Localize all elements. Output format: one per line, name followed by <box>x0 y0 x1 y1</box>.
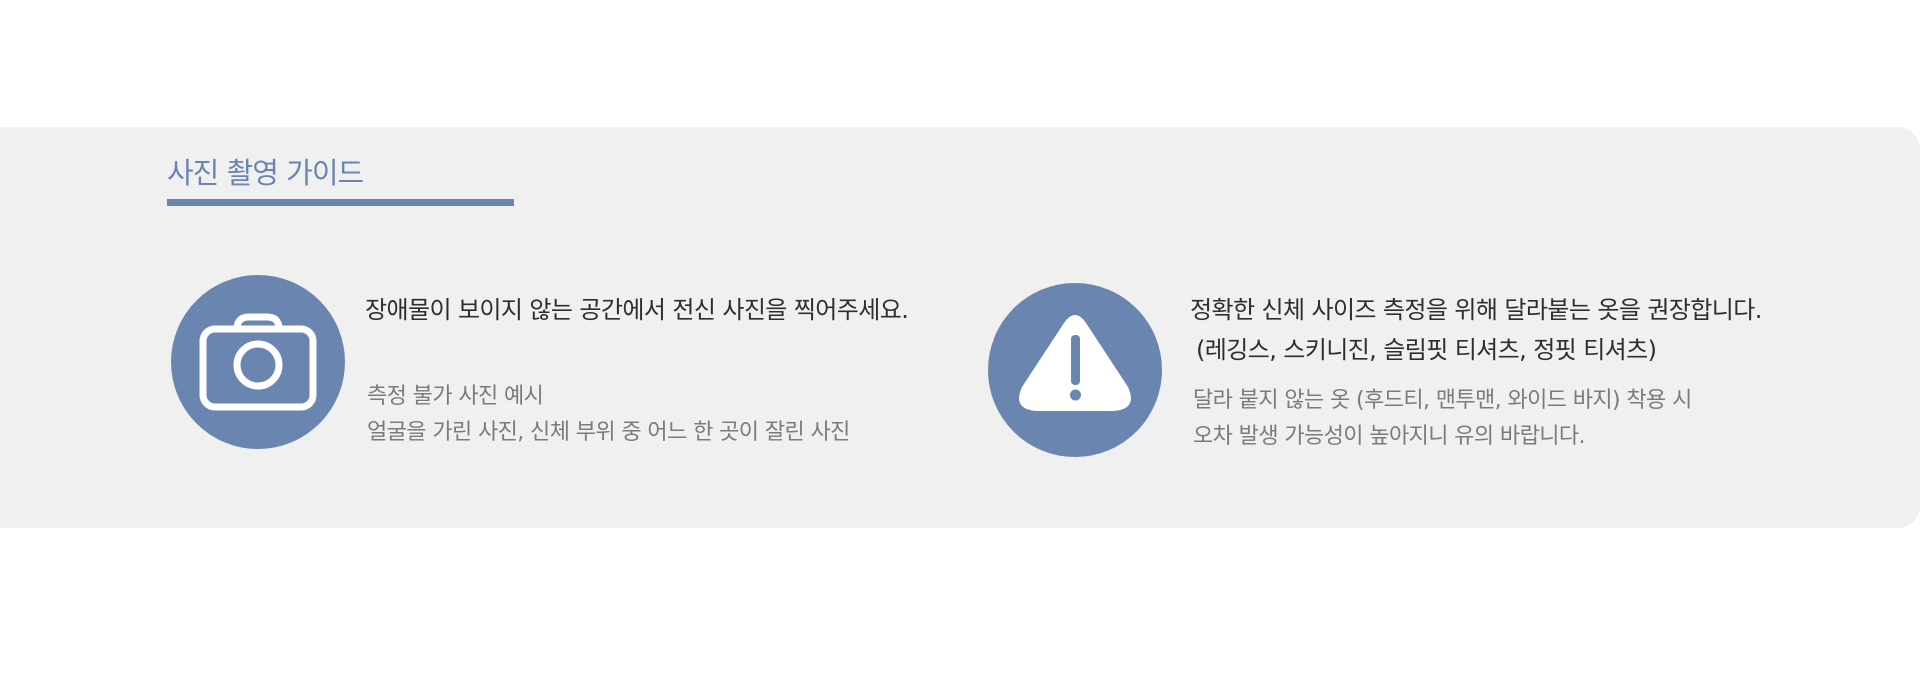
camera-icon <box>171 275 345 449</box>
section-title: 사진 촬영 가이드 <box>167 156 364 190</box>
warning-icon <box>988 283 1162 457</box>
clothing-guide-detail-2: 오차 발생 가능성이 높아지니 유의 바랍니다. <box>1193 424 1585 449</box>
camera-guide-detail-2: 얼굴을 가린 사진, 신체 부위 중 어느 한 곳이 잘린 사진 <box>367 420 850 445</box>
camera-guide-detail-1: 측정 불가 사진 예시 <box>367 384 544 409</box>
clothing-guide-examples: (레깅스, 스키니진, 슬림핏 티셔츠, 정핏 티셔츠) <box>1196 336 1657 364</box>
camera-guide-headline: 장애물이 보이지 않는 공간에서 전신 사진을 찍어주세요. <box>365 296 909 324</box>
clothing-guide-detail-1: 달라 붙지 않는 옷 (후드티, 맨투맨, 와이드 바지) 착용 시 <box>1193 388 1692 413</box>
title-underline <box>167 199 514 206</box>
clothing-guide-headline: 정확한 신체 사이즈 측정을 위해 달라붙는 옷을 권장합니다. <box>1190 296 1762 324</box>
